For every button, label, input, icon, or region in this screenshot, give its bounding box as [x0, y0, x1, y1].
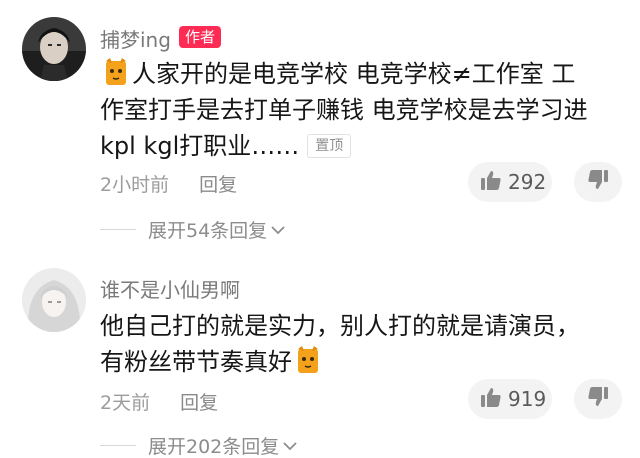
cat-emoji-icon — [294, 346, 322, 376]
dislike-button[interactable] — [574, 379, 622, 419]
thumbs-down-icon — [587, 169, 609, 195]
timestamp: 2天前 — [100, 392, 151, 414]
divider — [100, 229, 136, 230]
like-count: 919 — [508, 387, 547, 411]
avatar[interactable] — [22, 268, 86, 332]
chevron-down-icon — [271, 220, 285, 239]
comment-meta: 2天前 回复 — [100, 388, 218, 415]
comment-list: 捕梦ing 作者 人家开的是电竞学校 电竞学校≠工作室 工 作室打手是去打单子赚… — [0, 0, 640, 458]
comment-line: 有粉丝带节奏真好 — [100, 344, 620, 380]
cat-emoji-icon — [102, 58, 130, 88]
expand-replies-label: 展开54条回复 — [148, 220, 268, 242]
like-button[interactable]: 919 — [468, 379, 552, 419]
expand-replies[interactable]: 展开202条回复 — [100, 432, 297, 458]
comment-line: kpl kgl打职业…… 置顶 — [100, 128, 620, 164]
reply-button[interactable]: 回复 — [199, 174, 237, 196]
comment-text-line: 作室打手是去打单子赚钱 电竞学校是去学习进 — [100, 96, 588, 124]
avatar[interactable] — [22, 17, 86, 81]
chevron-down-icon — [283, 436, 297, 455]
timestamp: 2小时前 — [100, 174, 170, 196]
comment-text: 他自己打的就是实力，别人打的就是请演员， 有粉丝带节奏真好 — [100, 308, 620, 380]
expand-replies-label: 展开202条回复 — [148, 436, 280, 458]
comment-line: 人家开的是电竞学校 电竞学校≠工作室 工 — [100, 56, 620, 92]
comment-text-line: 人家开的是电竞学校 电竞学校≠工作室 工 — [132, 60, 576, 88]
pinned-tag: 置顶 — [307, 134, 352, 158]
username[interactable]: 捕梦ing — [100, 24, 171, 53]
comment-text-line: 有粉丝带节奏真好 — [100, 348, 292, 376]
thumbs-up-icon — [480, 169, 502, 195]
like-button[interactable]: 292 — [468, 162, 552, 202]
divider — [100, 445, 136, 446]
comment-meta: 2小时前 回复 — [100, 170, 237, 197]
thumbs-down-icon — [587, 386, 609, 412]
comment-item: 捕梦ing 作者 人家开的是电竞学校 电竞学校≠工作室 工 作室打手是去打单子赚… — [0, 0, 640, 250]
comment-item: 谁不是小仙男啊 他自己打的就是实力，别人打的就是请演员， 有粉丝带节奏真好 2天… — [0, 258, 640, 458]
dislike-button[interactable] — [574, 162, 622, 202]
author-badge: 作者 — [179, 26, 222, 48]
comment-text: 人家开的是电竞学校 电竞学校≠工作室 工 作室打手是去打单子赚钱 电竞学校是去学… — [100, 56, 620, 164]
username[interactable]: 谁不是小仙男啊 — [100, 274, 240, 303]
thumbs-up-icon — [480, 386, 502, 412]
like-count: 292 — [508, 170, 547, 194]
comment-text-line: 他自己打的就是实力，别人打的就是请演员， — [100, 312, 580, 340]
comment-text-line: kpl kgl打职业…… — [100, 132, 300, 160]
expand-replies[interactable]: 展开54条回复 — [100, 216, 285, 243]
reply-button[interactable]: 回复 — [180, 392, 218, 414]
